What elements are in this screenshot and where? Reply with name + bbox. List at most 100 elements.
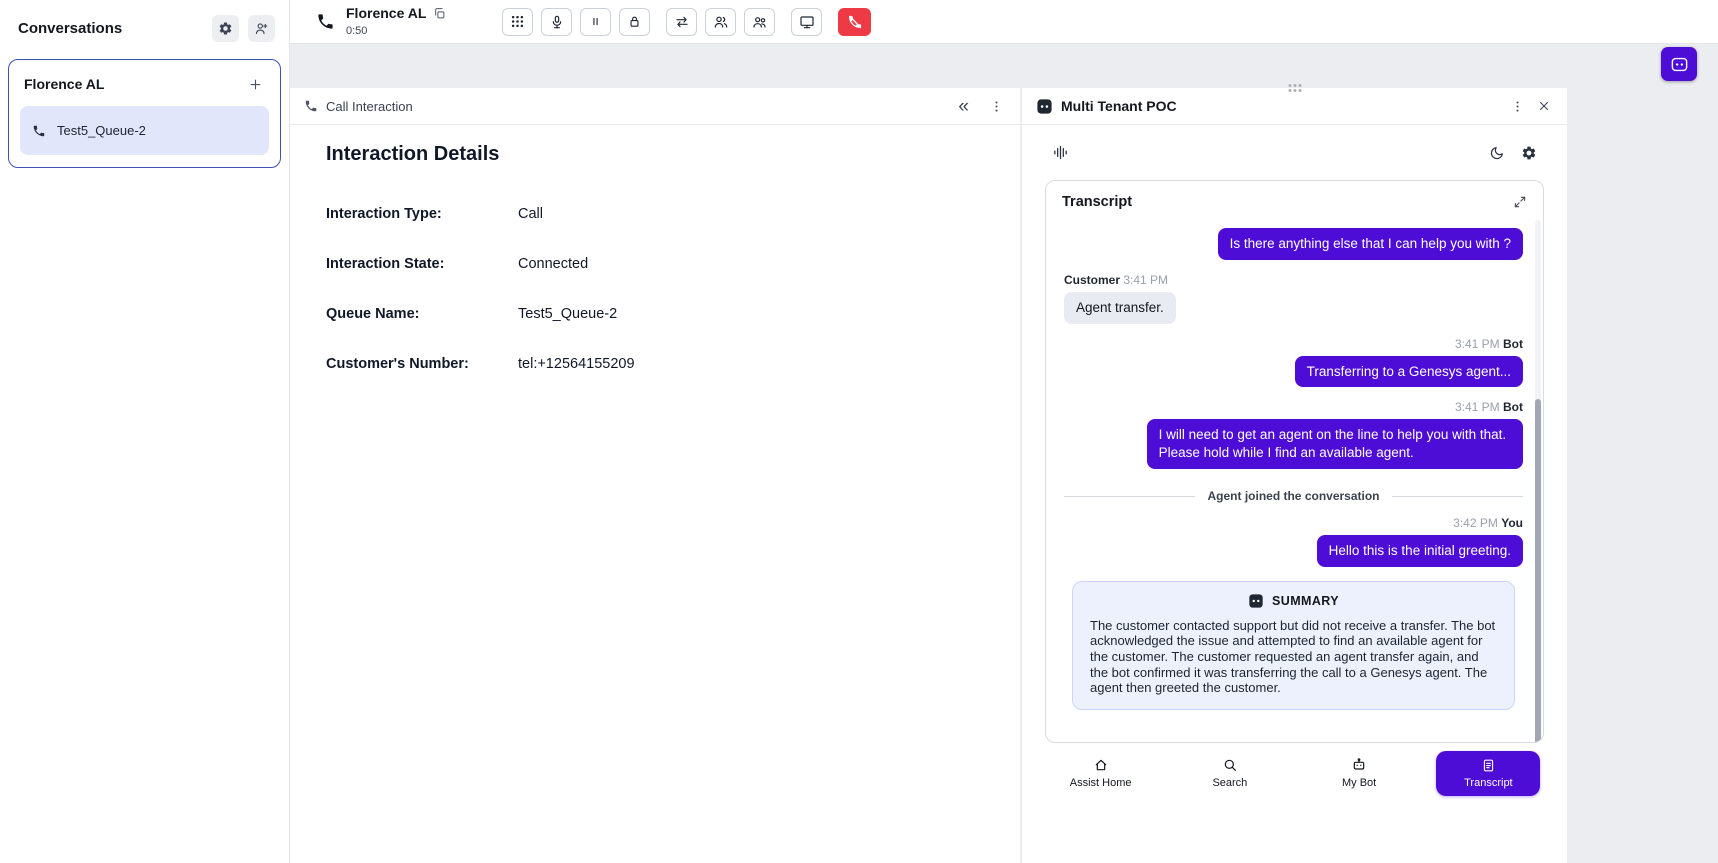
- field-row: Queue Name: Test5_Queue-2: [326, 306, 984, 322]
- panel-menu-button[interactable]: [1508, 97, 1527, 116]
- people-icon: [713, 14, 729, 30]
- panel-menu-button[interactable]: [987, 97, 1006, 116]
- add-person-icon: [254, 21, 269, 36]
- workspace: Call Interaction « Interaction Details I…: [290, 44, 1718, 863]
- summary-card: SUMMARY The customer contacted support b…: [1072, 581, 1515, 710]
- conversation-group-title: Florence AL: [24, 76, 104, 92]
- bot-message-bubble: I will need to get an agent on the line …: [1147, 419, 1523, 469]
- sidebar-title: Conversations: [18, 20, 122, 37]
- workspace-gutter: [1567, 88, 1718, 863]
- bot-message-bubble: Transferring to a Genesys agent...: [1295, 356, 1523, 388]
- bot-icon: [1351, 757, 1367, 773]
- kebab-menu-icon: [989, 99, 1004, 114]
- add-conversation-button[interactable]: [243, 72, 267, 96]
- event-divider-label: Agent joined the conversation: [1207, 489, 1379, 503]
- nav-my-bot[interactable]: My Bot: [1295, 757, 1424, 789]
- nav-label: My Bot: [1342, 777, 1376, 789]
- nav-search[interactable]: Search: [1165, 757, 1294, 789]
- call-timer: 0:50: [346, 25, 446, 37]
- search-icon: [1222, 757, 1238, 773]
- app-root: Conversations Florence AL Test5_Queue-2: [0, 0, 1718, 863]
- message-meta: 3:41 PM Bot: [1064, 337, 1523, 351]
- assist-panel: Multi Tenant POC Transcript: [1022, 88, 1567, 863]
- close-panel-button[interactable]: [1535, 97, 1553, 115]
- sender-name: Bot: [1503, 400, 1523, 414]
- transcript-messages: Is there anything else that I can help y…: [1046, 214, 1543, 742]
- screen-share-button[interactable]: [791, 8, 822, 36]
- call-controls: [502, 8, 871, 36]
- summary-title: SUMMARY: [1272, 594, 1339, 608]
- message-time: 3:41 PM: [1123, 273, 1168, 287]
- call-control-bar: Florence AL 0:50: [290, 0, 1718, 44]
- field-row: Customer's Number: tel:+12564155209: [326, 356, 984, 372]
- nav-transcript[interactable]: Transcript: [1436, 751, 1540, 796]
- main-region: Florence AL 0:50: [290, 0, 1718, 863]
- pause-icon: [588, 14, 603, 29]
- sender-name: You: [1501, 516, 1523, 530]
- summary-text: The customer contacted support but did n…: [1090, 618, 1497, 696]
- field-label: Interaction Type:: [326, 206, 518, 222]
- sidebar-header: Conversations: [0, 0, 289, 55]
- sender-name: Customer: [1064, 273, 1120, 287]
- dark-mode-moon-icon[interactable]: [1489, 145, 1505, 161]
- secure-pause-button[interactable]: [619, 8, 650, 36]
- assist-bottom-nav: Assist Home Search My Bot Transcript: [1022, 743, 1567, 803]
- assistant-icon: [1670, 55, 1689, 74]
- nav-assist-home[interactable]: Assist Home: [1036, 757, 1165, 789]
- summary-icon: [1248, 593, 1264, 609]
- close-icon: [1537, 99, 1551, 113]
- hold-button[interactable]: [580, 8, 611, 36]
- lock-icon: [627, 14, 642, 29]
- message-time: 3:42 PM: [1453, 516, 1498, 530]
- conference-button[interactable]: [705, 8, 736, 36]
- expand-icon[interactable]: [1513, 195, 1527, 209]
- field-value: tel:+12564155209: [518, 356, 984, 372]
- message-row: I will need to get an agent on the line …: [1064, 419, 1523, 469]
- phone-icon: [304, 99, 318, 113]
- message-meta: 3:42 PM You: [1064, 516, 1523, 530]
- field-label: Queue Name:: [326, 306, 518, 322]
- dialpad-button[interactable]: [502, 8, 533, 36]
- transfer-button[interactable]: [666, 8, 697, 36]
- microphone-icon: [549, 14, 565, 30]
- field-value: Connected: [518, 256, 984, 272]
- panel-title: Call Interaction: [326, 99, 413, 114]
- mute-button[interactable]: [541, 8, 572, 36]
- consult-button[interactable]: [744, 8, 775, 36]
- end-call-button[interactable]: [838, 8, 871, 36]
- nav-label: Search: [1212, 777, 1247, 789]
- scrollbar-thumb[interactable]: [1535, 399, 1541, 742]
- nav-label: Transcript: [1464, 777, 1513, 789]
- message-meta: Customer 3:41 PM: [1064, 273, 1523, 287]
- settings-button[interactable]: [212, 15, 239, 42]
- drag-handle[interactable]: [1288, 84, 1301, 92]
- agent-message-bubble: Hello this is the initial greeting.: [1317, 535, 1523, 567]
- collapse-panel-button[interactable]: «: [958, 97, 969, 116]
- conversation-list-item[interactable]: Test5_Queue-2: [20, 106, 269, 155]
- plus-icon: [248, 77, 263, 92]
- waveform-icon[interactable]: [1052, 144, 1069, 161]
- message-time: 3:41 PM: [1455, 337, 1500, 351]
- transcript-title: Transcript: [1062, 194, 1132, 210]
- home-icon: [1093, 757, 1109, 773]
- event-divider: Agent joined the conversation: [1064, 489, 1523, 503]
- conversation-group-card: Florence AL Test5_Queue-2: [8, 59, 281, 168]
- phone-icon: [32, 124, 46, 138]
- bot-logo-icon: [1036, 98, 1053, 115]
- call-interaction-panel: Call Interaction « Interaction Details I…: [290, 88, 1020, 863]
- nav-transcript-wrap: Transcript: [1424, 751, 1553, 796]
- phone-icon: [316, 12, 335, 31]
- settings-icon: [218, 21, 233, 36]
- assist-widget-button[interactable]: [1661, 47, 1697, 81]
- people-icon: [752, 14, 768, 30]
- field-label: Customer's Number:: [326, 356, 518, 372]
- settings-gear-icon[interactable]: [1521, 145, 1537, 161]
- conversations-sidebar: Conversations Florence AL Test5_Queue-2: [0, 0, 290, 863]
- transcript-icon: [1481, 758, 1496, 773]
- field-label: Interaction State:: [326, 256, 518, 272]
- copy-icon[interactable]: [433, 7, 446, 20]
- add-person-button[interactable]: [248, 15, 275, 42]
- transfer-arrows-icon: [674, 14, 690, 30]
- caller-name: Florence AL: [346, 6, 426, 21]
- assist-toolbar: [1022, 125, 1567, 180]
